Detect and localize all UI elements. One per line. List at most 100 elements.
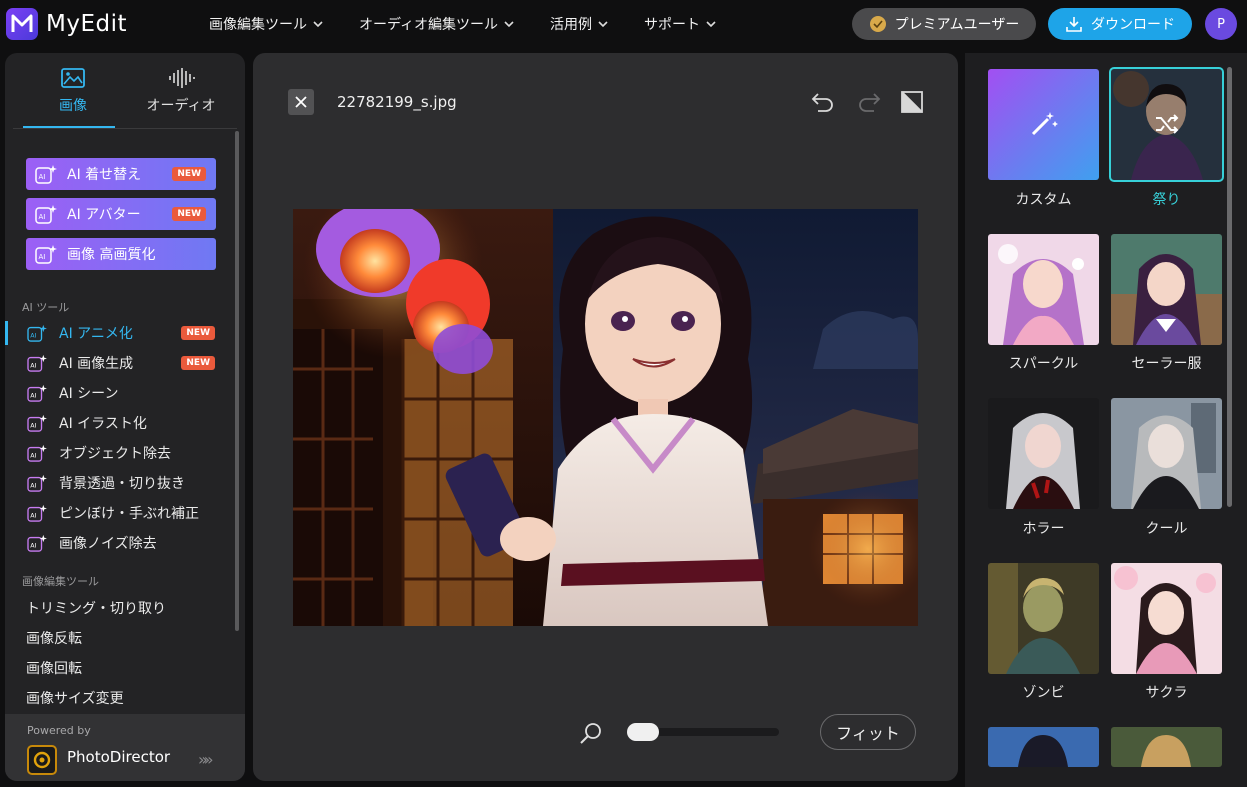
- magic-wand-icon: [1031, 112, 1058, 136]
- style-panel: カスタム 祭り スパークル セーラー服 ホラー クール ゾンビ サクラ: [965, 53, 1247, 787]
- myedit-logo-icon: [6, 8, 38, 40]
- style-card-sailor[interactable]: [1111, 234, 1222, 345]
- style-label-sakura: サクラ: [1145, 685, 1188, 701]
- style-label-cool: クール: [1145, 521, 1188, 537]
- close-icon: [295, 96, 307, 108]
- svg-text:AI: AI: [30, 363, 36, 370]
- cool-thumbnail: [1111, 398, 1222, 509]
- undo-icon[interactable]: [810, 89, 836, 115]
- sidebar-item-resize[interactable]: 画像サイズ変更: [26, 688, 124, 708]
- ai-avatar-button[interactable]: AI AI アバター NEW: [26, 198, 216, 230]
- style-label-custom: カスタム: [1015, 192, 1072, 208]
- sakura-thumbnail: [1111, 563, 1222, 674]
- powered-by-banner[interactable]: Powered by PhotoDirector »»: [5, 714, 245, 781]
- zoom-slider-handle[interactable]: [627, 723, 659, 741]
- style-card-horror[interactable]: [988, 398, 1099, 509]
- chevron-down-icon: [504, 21, 514, 28]
- edit-tools-section-label: 画像編集ツール: [22, 575, 99, 588]
- style-card-more-2[interactable]: [1111, 727, 1222, 767]
- zombie-thumbnail: [988, 563, 1099, 674]
- premium-user-button[interactable]: プレミアムユーザー: [852, 8, 1036, 40]
- left-sidebar: 画像 オーディオ AI AI 着せ替え NEW AI AI アバター NEW A…: [5, 53, 245, 781]
- premium-badge-icon: [869, 16, 886, 32]
- svg-text:AI: AI: [30, 483, 36, 490]
- svg-text:AI: AI: [30, 423, 36, 430]
- top-bar: MyEdit 画像編集ツール オーディオ編集ツール 活用例 サポート プレミアム…: [0, 0, 1247, 48]
- sidebar-item-rotate[interactable]: 画像回転: [26, 658, 82, 678]
- ai-sparkle-icon: AI: [27, 384, 47, 402]
- tab-image[interactable]: 画像: [23, 67, 123, 115]
- download-button[interactable]: ダウンロード: [1048, 8, 1192, 40]
- image-icon: [61, 68, 85, 88]
- style-label-matsuri: 祭り: [1152, 192, 1181, 208]
- style-card-sakura[interactable]: [1111, 563, 1222, 674]
- style-label-horror: ホラー: [1022, 521, 1065, 537]
- photodirector-name: PhotoDirector: [67, 748, 171, 766]
- chevron-down-icon: [706, 21, 716, 28]
- redo-icon[interactable]: [856, 89, 882, 115]
- ai-sparkle-icon: AI: [27, 444, 47, 462]
- main-nav: 画像編集ツール オーディオ編集ツール 活用例 サポート: [209, 0, 752, 48]
- ai-outfit-button[interactable]: AI AI 着せ替え NEW: [26, 158, 216, 190]
- ai-sparkle-icon: AI: [35, 165, 57, 184]
- nav-support[interactable]: サポート: [644, 14, 716, 34]
- sidebar-item-background-removal[interactable]: AI 背景透過・切り抜き: [5, 468, 235, 498]
- sparkle-thumbnail: [988, 234, 1099, 345]
- sidebar-item-flip[interactable]: 画像反転: [26, 628, 82, 648]
- svg-text:AI: AI: [30, 453, 36, 460]
- ai-sparkle-icon: AI: [35, 205, 57, 224]
- svg-text:AI: AI: [30, 333, 36, 340]
- svg-text:AI: AI: [30, 393, 36, 400]
- sailor-thumbnail: [1111, 234, 1222, 345]
- style-panel-scrollbar[interactable]: [1227, 67, 1232, 507]
- style-card-custom[interactable]: [988, 69, 1099, 180]
- logo-text: MyEdit: [46, 11, 127, 37]
- powered-by-label: Powered by: [27, 724, 91, 737]
- style-card-matsuri[interactable]: [1109, 67, 1224, 182]
- nav-audio-tools[interactable]: オーディオ編集ツール: [359, 14, 514, 34]
- ai-sparkle-icon: AI: [27, 414, 47, 432]
- tab-audio[interactable]: オーディオ: [131, 67, 231, 115]
- sidebar-item-crop[interactable]: トリミング・切り取り: [26, 598, 166, 618]
- new-badge: NEW: [181, 356, 215, 370]
- user-avatar[interactable]: P: [1205, 8, 1237, 40]
- chevron-down-icon: [598, 21, 608, 28]
- ai-tools-section-label: AI ツール: [22, 301, 70, 314]
- anime-result-image: [293, 209, 918, 626]
- ai-sparkle-icon: AI: [27, 504, 47, 522]
- nav-image-tools[interactable]: 画像編集ツール: [209, 14, 323, 34]
- new-badge: NEW: [172, 207, 206, 221]
- style-label-sparkle: スパークル: [1008, 356, 1079, 372]
- search-zoom-icon[interactable]: [579, 721, 603, 745]
- fit-button[interactable]: フィット: [820, 714, 916, 750]
- sidebar-item-ai-illustration[interactable]: AI AI イラスト化: [5, 408, 235, 438]
- sidebar-item-ai-scene[interactable]: AI AI シーン: [5, 378, 235, 408]
- sidebar-item-ai-anime[interactable]: AI AI アニメ化 NEW: [5, 318, 235, 348]
- style-label-zombie: ゾンビ: [1022, 685, 1065, 701]
- sidebar-item-deblur[interactable]: AI ピンぼけ・手ぶれ補正: [5, 498, 235, 528]
- more-style-thumbnail: [1111, 727, 1222, 767]
- ai-sparkle-icon: AI: [27, 474, 47, 492]
- compare-icon[interactable]: [899, 89, 925, 115]
- style-card-zombie[interactable]: [988, 563, 1099, 674]
- sidebar-item-ai-image-gen[interactable]: AI AI 画像生成 NEW: [5, 348, 235, 378]
- horror-thumbnail: [988, 398, 1099, 509]
- sidebar-item-object-removal[interactable]: AI オブジェクト除去: [5, 438, 235, 468]
- new-badge: NEW: [172, 167, 206, 181]
- style-card-cool[interactable]: [1111, 398, 1222, 509]
- sidebar-scrollbar[interactable]: [235, 131, 239, 631]
- logo[interactable]: MyEdit: [6, 8, 127, 40]
- close-file-button[interactable]: [288, 89, 314, 115]
- svg-text:AI: AI: [39, 253, 46, 261]
- double-chevron-right-icon: »»: [198, 750, 213, 769]
- shuffle-icon: [1156, 114, 1179, 134]
- sidebar-item-denoise[interactable]: AI 画像ノイズ除去: [5, 528, 235, 558]
- style-card-sparkle[interactable]: [988, 234, 1099, 345]
- image-upscale-button[interactable]: AI 画像 高画質化: [26, 238, 216, 270]
- chevron-down-icon: [313, 21, 323, 28]
- audio-wave-icon: [169, 68, 195, 88]
- ai-sparkle-icon: AI: [35, 245, 57, 264]
- style-card-more-1[interactable]: [988, 727, 1099, 767]
- nav-use-cases[interactable]: 活用例: [550, 14, 608, 34]
- svg-text:AI: AI: [39, 213, 46, 221]
